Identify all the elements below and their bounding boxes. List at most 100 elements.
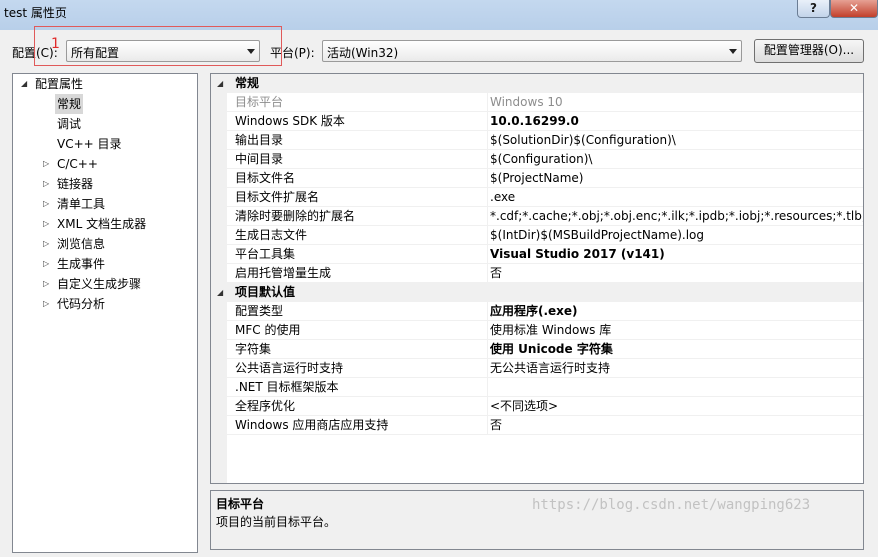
description-text: 项目的当前目标平台。 [216, 515, 337, 529]
tree-item-label: 链接器 [57, 177, 94, 191]
tree-item-label: 配置属性 [35, 77, 84, 91]
property-value[interactable]: *.cdf;*.cache;*.obj;*.obj.enc;*.ilk;*.ip… [487, 207, 863, 226]
tree-item[interactable]: ▷ 自定义生成步骤 [13, 274, 197, 294]
property-value[interactable]: 10.0.16299.0 [487, 112, 863, 131]
property-row[interactable]: Windows SDK 版本 10.0.16299.0 [211, 112, 863, 131]
grid-category-title: 常规 [235, 76, 260, 90]
watermark-text: https://blog.csdn.net/wangping623 [532, 497, 811, 513]
platform-dropdown[interactable]: 活动(Win32) [322, 40, 742, 62]
property-value[interactable]: $(SolutionDir)$(Configuration)\ [487, 131, 863, 150]
property-row[interactable]: 目标文件名 $(ProjectName) [211, 169, 863, 188]
property-row[interactable]: MFC 的使用 使用标准 Windows 库 [211, 321, 863, 340]
property-row[interactable]: 输出目录 $(SolutionDir)$(Configuration)\ [211, 131, 863, 150]
property-name: 目标文件名 [235, 171, 296, 185]
property-row[interactable]: 配置类型 应用程序(.exe) [211, 302, 863, 321]
tree-item[interactable]: ▷ XML 文档生成器 [13, 214, 197, 234]
property-row[interactable]: 字符集 使用 Unicode 字符集 [211, 340, 863, 359]
property-row[interactable]: 中间目录 $(Configuration)\ [211, 150, 863, 169]
property-value[interactable] [487, 378, 863, 397]
tree-item-label: 生成事件 [57, 257, 106, 271]
property-value[interactable]: 否 [487, 416, 863, 435]
tree-item[interactable]: ▷ 清单工具 [13, 194, 197, 214]
grid-category[interactable]: ◢ 常规 [211, 74, 863, 93]
grid-category[interactable]: ◢ 项目默认值 [211, 283, 863, 302]
tree-item-label: XML 文档生成器 [57, 217, 147, 231]
tree-item[interactable]: 调试 [13, 114, 197, 134]
expanded-triangle-icon[interactable]: ◢ [217, 283, 223, 302]
tree-item[interactable]: ▷ 浏览信息 [13, 234, 197, 254]
property-row[interactable]: 目标文件扩展名 .exe [211, 188, 863, 207]
collapsed-triangle-icon[interactable]: ▷ [43, 174, 53, 194]
property-name: 全程序优化 [235, 399, 296, 413]
property-name: 启用托管增量生成 [235, 266, 332, 280]
property-row[interactable]: 全程序优化 <不同选项> [211, 397, 863, 416]
annotation-number: 1 [51, 36, 60, 52]
property-value[interactable]: 应用程序(.exe) [487, 302, 863, 321]
property-name: 中间目录 [235, 152, 284, 166]
help-button[interactable]: ? [797, 0, 830, 18]
tree-item[interactable]: ▷ 代码分析 [13, 294, 197, 314]
property-row[interactable]: 清除时要删除的扩展名 *.cdf;*.cache;*.obj;*.obj.enc;… [211, 207, 863, 226]
collapsed-triangle-icon[interactable]: ▷ [43, 234, 53, 254]
collapsed-triangle-icon[interactable]: ▷ [43, 274, 53, 294]
property-value[interactable]: <不同选项> [487, 397, 863, 416]
expanded-triangle-icon[interactable]: ◢ [21, 74, 31, 94]
property-value[interactable]: 否 [487, 264, 863, 283]
grid-category-title: 项目默认值 [235, 285, 296, 299]
property-value[interactable]: 使用标准 Windows 库 [487, 321, 863, 340]
tree-item[interactable]: 常规 [13, 94, 197, 114]
property-value[interactable]: 使用 Unicode 字符集 [487, 340, 863, 359]
property-value[interactable]: $(IntDir)$(MSBuildProjectName).log [487, 226, 863, 245]
tree-item[interactable]: VC++ 目录 [13, 134, 197, 154]
close-button[interactable]: ✕ [830, 0, 878, 18]
tree-item-label: 常规 [55, 94, 84, 114]
collapsed-triangle-icon[interactable]: ▷ [43, 294, 53, 314]
tree-item-label: 调试 [57, 117, 82, 131]
tree-item-label: C/C++ [57, 157, 98, 171]
property-name: MFC 的使用 [235, 323, 301, 337]
property-value[interactable]: $(Configuration)\ [487, 150, 863, 169]
property-value[interactable]: 无公共语言运行时支持 [487, 359, 863, 378]
property-name: 目标平台 [235, 95, 284, 109]
config-manager-button[interactable]: 配置管理器(O)... [754, 39, 864, 63]
property-row[interactable]: 平台工具集 Visual Studio 2017 (v141) [211, 245, 863, 264]
tree-item[interactable]: ▷ C/C++ [13, 154, 197, 174]
collapsed-triangle-icon[interactable]: ▷ [43, 254, 53, 274]
property-value[interactable]: $(ProjectName) [487, 169, 863, 188]
property-row[interactable]: 目标平台 Windows 10 [211, 93, 863, 112]
property-name: 输出目录 [235, 133, 284, 147]
chevron-down-icon [729, 49, 737, 54]
property-value[interactable]: .exe [487, 188, 863, 207]
description-title: 目标平台 [216, 497, 265, 511]
tree-item-label: VC++ 目录 [57, 137, 122, 151]
property-grid: ◢ 常规目标平台 Windows 10 Windows SDK 版本 10.0.1629… [210, 73, 864, 484]
expanded-triangle-icon[interactable]: ◢ [217, 74, 223, 93]
property-name: 目标文件扩展名 [235, 190, 320, 204]
tree-item[interactable]: ◢ 配置属性 [13, 74, 197, 94]
collapsed-triangle-icon[interactable]: ▷ [43, 214, 53, 234]
property-row[interactable]: Windows 应用商店应用支持 否 [211, 416, 863, 435]
property-name: 配置类型 [235, 304, 284, 318]
property-name: 生成日志文件 [235, 228, 308, 242]
property-name: .NET 目标框架版本 [235, 380, 339, 394]
config-tree: ◢ 配置属性常规调试 VC++ 目录 ▷ C/C++ ▷ 链接器 ▷ 清单工具 ▷ XML 文档生成… [12, 73, 198, 553]
platform-dropdown-value: 活动(Win32) [327, 46, 399, 60]
tree-item-label: 代码分析 [57, 297, 106, 311]
tree-item-label: 清单工具 [57, 197, 106, 211]
tree-item[interactable]: ▷ 链接器 [13, 174, 197, 194]
property-name: 清除时要删除的扩展名 [235, 209, 356, 223]
property-value[interactable]: Windows 10 [487, 93, 863, 112]
tree-item[interactable]: ▷ 生成事件 [13, 254, 197, 274]
property-row[interactable]: 启用托管增量生成 否 [211, 264, 863, 283]
property-row[interactable]: .NET 目标框架版本 [211, 378, 863, 397]
property-name: Windows SDK 版本 [235, 114, 345, 128]
collapsed-triangle-icon[interactable]: ▷ [43, 154, 53, 174]
property-row[interactable]: 公共语言运行时支持 无公共语言运行时支持 [211, 359, 863, 378]
property-value[interactable]: Visual Studio 2017 (v141) [487, 245, 863, 264]
property-row[interactable]: 生成日志文件 $(IntDir)$(MSBuildProjectName).log [211, 226, 863, 245]
collapsed-triangle-icon[interactable]: ▷ [43, 194, 53, 214]
annotation-box [34, 26, 282, 66]
property-name: 公共语言运行时支持 [235, 361, 344, 375]
tree-item-label: 自定义生成步骤 [57, 277, 142, 291]
dialog-client-area: 配置(C): 所有配置 平台(P): 活动(Win32) 配置管理器(O)...… [0, 26, 878, 557]
